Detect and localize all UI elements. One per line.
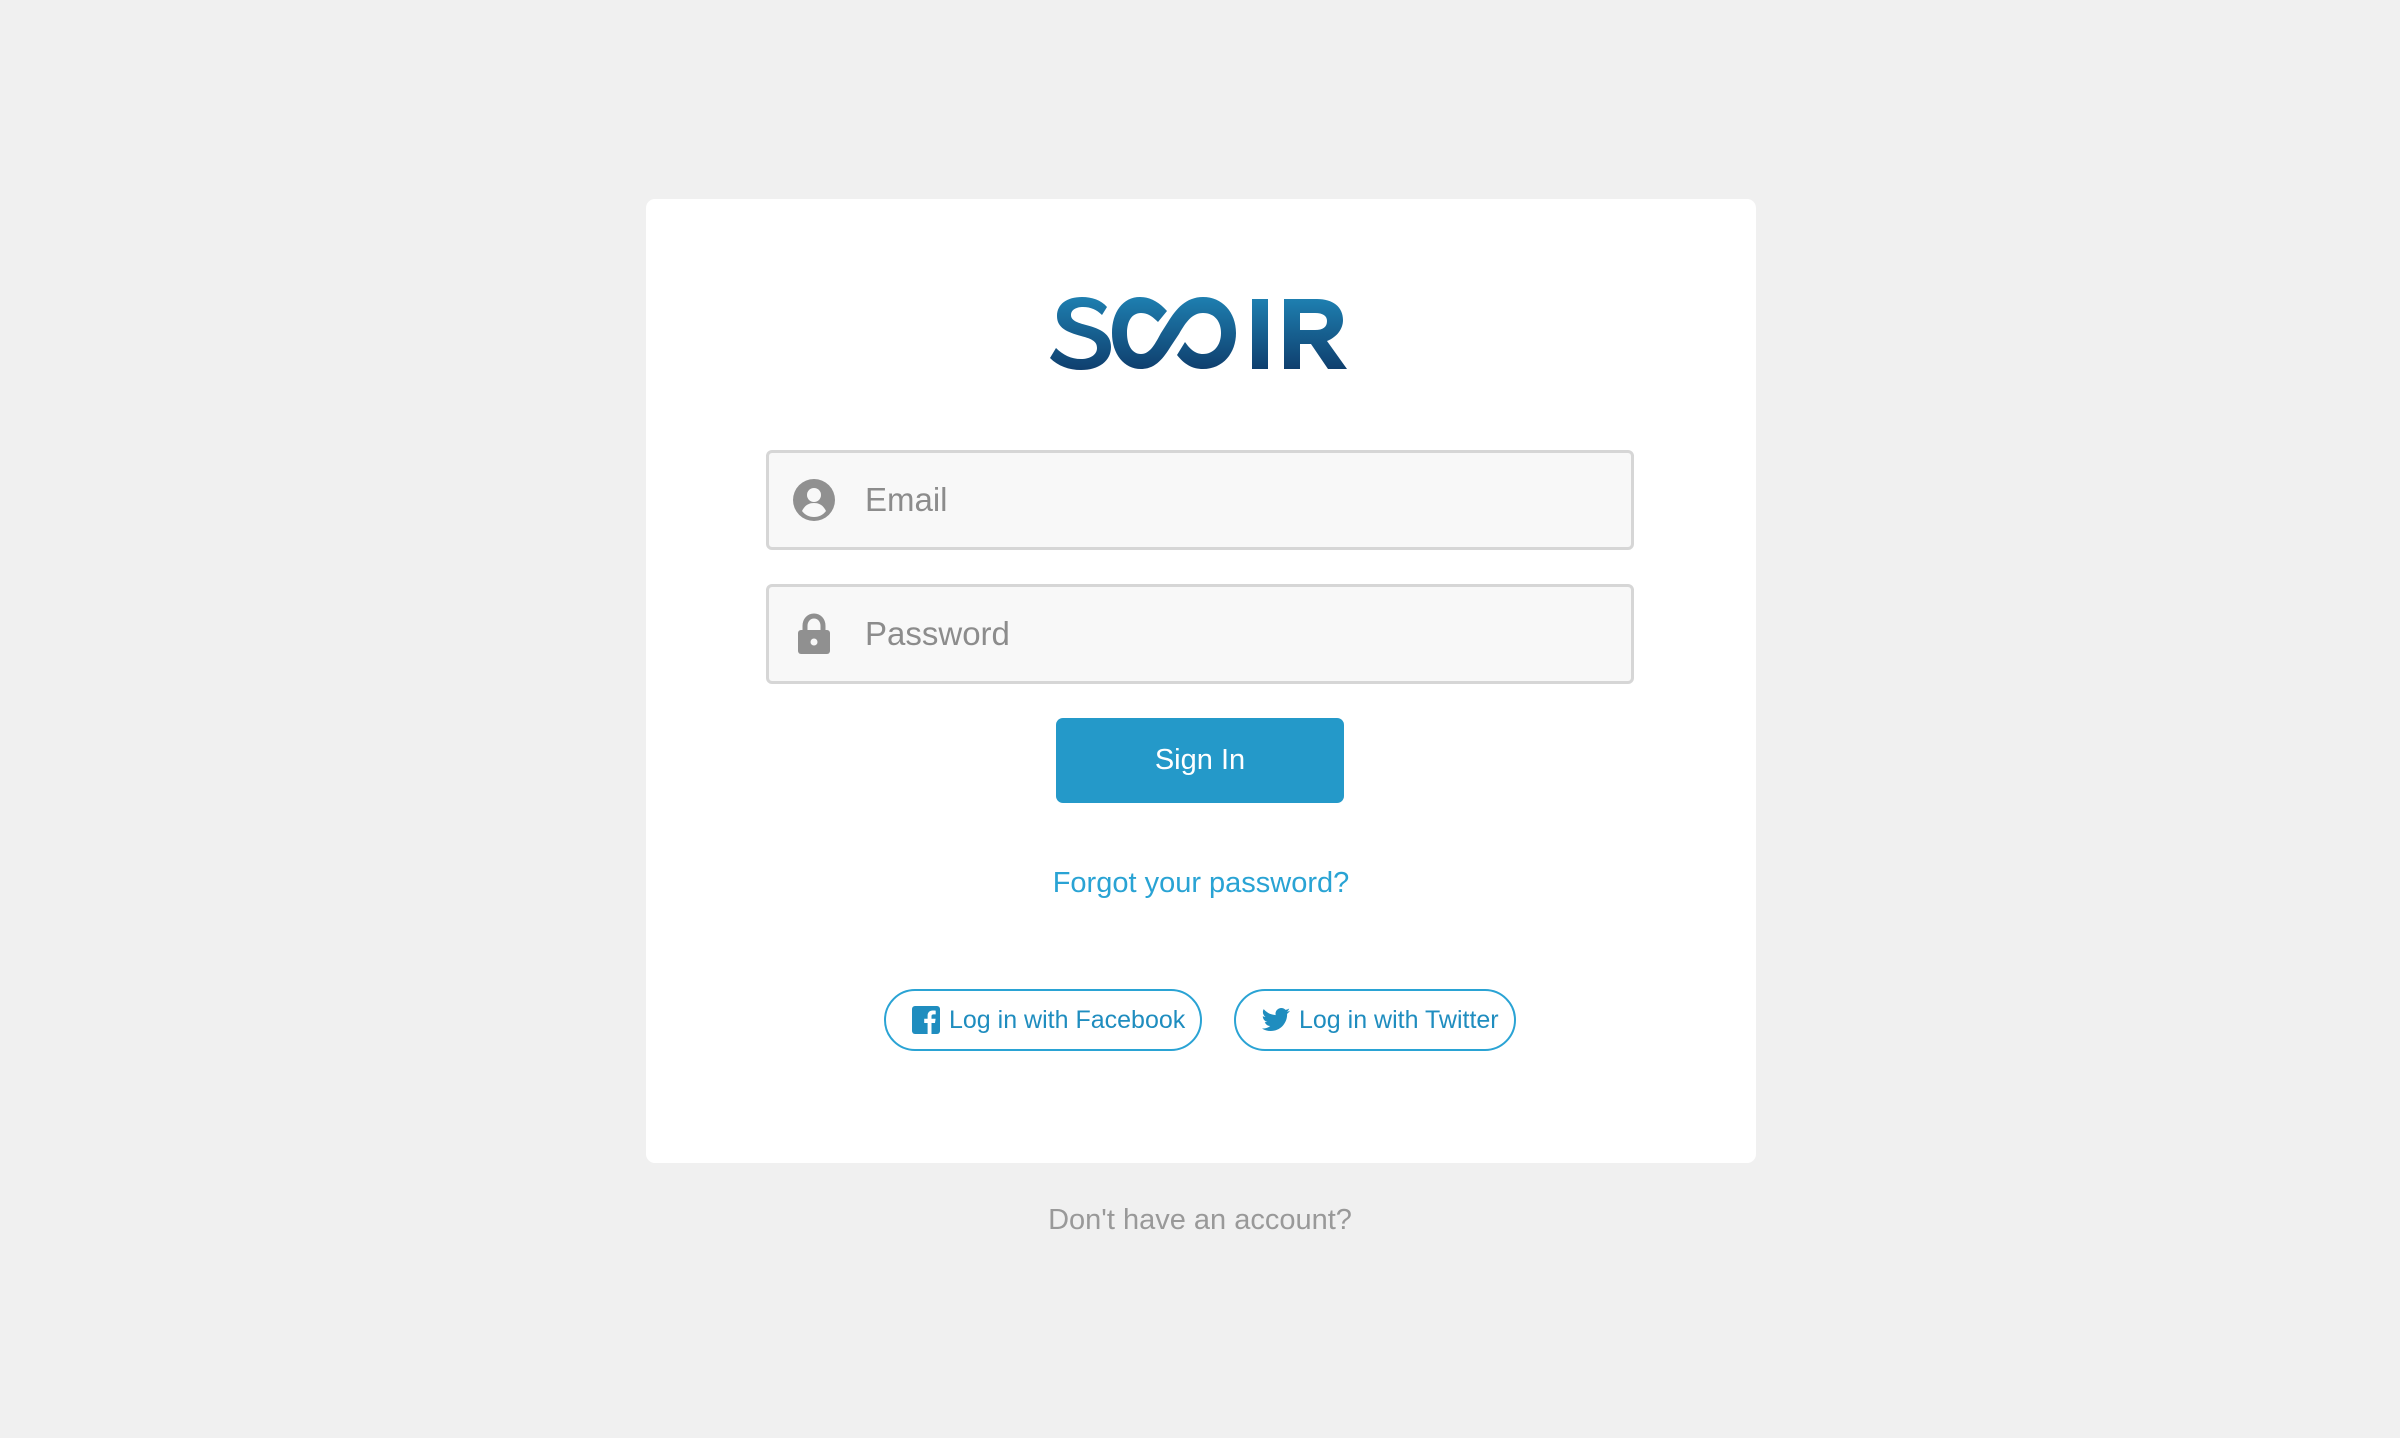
lock-icon (798, 613, 830, 654)
password-field[interactable] (766, 584, 1634, 684)
email-input[interactable] (865, 453, 1605, 547)
password-input[interactable] (865, 587, 1605, 681)
email-field[interactable] (766, 450, 1634, 550)
forgot-password-link[interactable]: Forgot your password? (646, 867, 1756, 900)
user-circle-icon (793, 479, 835, 521)
facebook-icon (912, 1006, 940, 1034)
facebook-login-label: Log in with Facebook (949, 1005, 1186, 1034)
facebook-login-button[interactable]: Log in with Facebook (884, 989, 1202, 1051)
login-card: Sign In Forgot your password? Log in wit… (646, 199, 1756, 1163)
sign-in-button[interactable]: Sign In (1056, 718, 1344, 803)
signup-link[interactable]: Don't have an account? (0, 1204, 2400, 1237)
twitter-login-label: Log in with Twitter (1299, 1005, 1499, 1034)
twitter-icon (1262, 1008, 1290, 1031)
scoir-logo (1050, 297, 1347, 370)
twitter-login-button[interactable]: Log in with Twitter (1234, 989, 1516, 1051)
